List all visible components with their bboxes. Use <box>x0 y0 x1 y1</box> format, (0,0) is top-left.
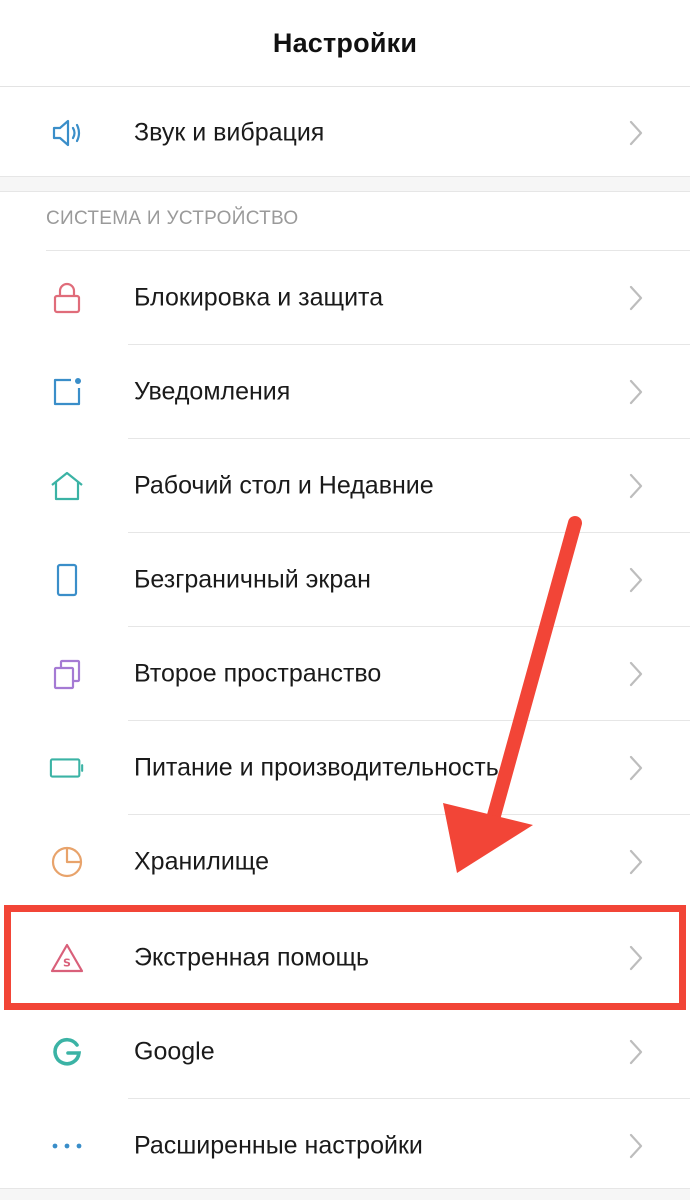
settings-item-label: Блокировка и защита <box>134 283 384 312</box>
settings-item-label: Питание и производительность <box>134 753 499 782</box>
notification-icon <box>49 374 85 410</box>
chevron-right-icon <box>628 473 644 499</box>
settings-item-sound[interactable]: Звук и вибрация <box>0 86 690 180</box>
page-title: Настройки <box>272 27 418 58</box>
chevron-right-icon <box>628 1133 644 1159</box>
chevron-right-icon <box>628 849 644 875</box>
storage-pie-icon <box>49 844 85 880</box>
settings-item-advanced[interactable]: Расширенные настройки <box>0 1099 690 1193</box>
settings-item-google[interactable]: Google <box>0 1005 690 1099</box>
chevron-right-icon <box>628 120 644 146</box>
home-icon <box>49 468 85 504</box>
google-icon <box>49 1034 85 1070</box>
lock-icon <box>49 280 85 316</box>
chevron-right-icon <box>628 379 644 405</box>
settings-item-label: Расширенные настройки <box>134 1131 423 1160</box>
speaker-icon <box>49 115 85 151</box>
settings-item-battery[interactable]: Питание и производительность <box>0 721 690 815</box>
chevron-right-icon <box>628 567 644 593</box>
settings-item-lock[interactable]: Блокировка и защита <box>0 251 690 345</box>
chevron-right-icon <box>628 661 644 687</box>
battery-icon <box>49 750 85 786</box>
settings-item-second-space[interactable]: Второе пространство <box>0 627 690 721</box>
settings-item-home-screen[interactable]: Рабочий стол и Недавние <box>0 439 690 533</box>
section-title-system: СИСТЕМА И УСТРОЙСТВО <box>46 208 299 229</box>
settings-item-label: Второе пространство <box>134 659 382 688</box>
page-header: Настройки <box>0 0 690 86</box>
second-space-icon <box>49 656 85 692</box>
settings-item-full-screen[interactable]: Безграничный экран <box>0 533 690 627</box>
more-dots-icon <box>49 1128 85 1164</box>
settings-item-label: Google <box>134 1037 215 1066</box>
settings-item-label: Хранилище <box>134 847 269 876</box>
phone-screen-icon <box>49 562 85 598</box>
settings-item-notifications[interactable]: Уведомления <box>0 345 690 439</box>
chevron-right-icon <box>628 285 644 311</box>
chevron-right-icon <box>628 755 644 781</box>
section-gap-bottom <box>0 1188 690 1200</box>
settings-item-storage[interactable]: Хранилище <box>0 815 690 909</box>
highlight-box <box>4 905 686 1010</box>
settings-item-label: Уведомления <box>134 377 291 406</box>
settings-item-label: Звук и вибрация <box>134 118 325 147</box>
chevron-right-icon <box>628 1039 644 1065</box>
section-gap <box>0 176 690 192</box>
settings-item-label: Рабочий стол и Недавние <box>134 471 434 500</box>
settings-item-label: Безграничный экран <box>134 565 371 594</box>
